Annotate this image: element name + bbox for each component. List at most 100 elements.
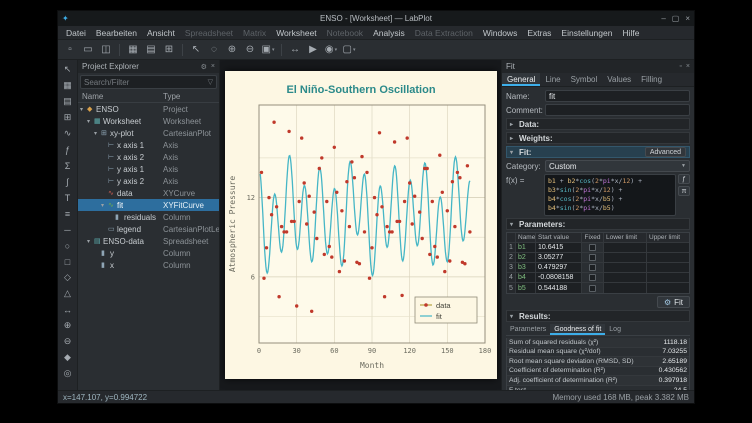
cursor-icon[interactable]: ↖ bbox=[60, 62, 76, 77]
tab-line[interactable]: Line bbox=[540, 73, 565, 86]
param-upper-limit-cell[interactable] bbox=[647, 253, 689, 262]
tab-general[interactable]: General bbox=[502, 73, 540, 86]
integral-icon[interactable]: ∫ bbox=[60, 174, 76, 189]
expander-icon[interactable]: ▾ bbox=[101, 202, 108, 209]
fixed-checkbox[interactable] bbox=[589, 264, 596, 271]
matrix-icon[interactable]: ⊞ bbox=[60, 110, 76, 125]
worksheet-sheet[interactable]: El Niño-Southern OscillationMonthAtmosph… bbox=[225, 71, 497, 379]
param-name-cell[interactable]: b2 bbox=[516, 253, 536, 262]
menu-worksheet[interactable]: Worksheet bbox=[271, 28, 321, 38]
param-upper-limit-cell[interactable] bbox=[647, 263, 689, 272]
tree-row-residuals[interactable]: ▮residualsColumn bbox=[78, 211, 219, 223]
section-weights[interactable]: ▸ Weights: bbox=[506, 132, 690, 144]
triangle-icon[interactable]: △ bbox=[60, 286, 76, 301]
fit-dock-header[interactable]: Fit ▫ × bbox=[502, 60, 694, 73]
diamond-icon[interactable]: ◇ bbox=[60, 270, 76, 285]
zoom-in-icon[interactable]: ⊕ bbox=[224, 42, 240, 58]
tree-row-data[interactable]: ∿dataXYCurve bbox=[78, 187, 219, 199]
run-fit-button[interactable]: ⚙ Fit bbox=[657, 296, 690, 308]
tab-values[interactable]: Values bbox=[602, 73, 636, 86]
navigate-icon[interactable]: ↔ bbox=[287, 42, 303, 58]
tree-row-worksheet[interactable]: ▾▦WorksheetWorksheet bbox=[78, 115, 219, 127]
tree-row-xy-plot[interactable]: ▾⊞xy-plotCartesianPlot bbox=[78, 127, 219, 139]
close-dock-icon[interactable]: × bbox=[686, 63, 690, 70]
param-name-cell[interactable]: b4 bbox=[516, 273, 536, 282]
spreadsheet-icon[interactable]: ▤ bbox=[60, 94, 76, 109]
menu-data-extraction[interactable]: Data Extraction bbox=[410, 28, 478, 38]
param-start-value-cell[interactable]: 0.479297 bbox=[536, 263, 582, 272]
project-explorer-header[interactable]: Project Explorer ⚙ × bbox=[78, 60, 219, 73]
tree-row-y-axis-2[interactable]: ⊢y axis 2Axis bbox=[78, 175, 219, 187]
menu-spreadsheet[interactable]: Spreadsheet bbox=[180, 28, 238, 38]
rect-icon[interactable]: □ bbox=[60, 254, 76, 269]
tree-column-name[interactable]: Name bbox=[78, 92, 163, 101]
menu-analysis[interactable]: Analysis bbox=[368, 28, 410, 38]
expander-icon[interactable]: ▾ bbox=[87, 118, 94, 125]
menu-notebook[interactable]: Notebook bbox=[322, 28, 368, 38]
worksheet-view[interactable]: El Niño-Southern OscillationMonthAtmosph… bbox=[220, 60, 501, 390]
text-icon[interactable]: T bbox=[60, 190, 76, 205]
tree-row-x-axis-1[interactable]: ⊢x axis 1Axis bbox=[78, 139, 219, 151]
param-upper-limit-cell[interactable] bbox=[647, 243, 689, 252]
xy-plot[interactable]: El Niño-Southern OscillationMonthAtmosph… bbox=[225, 71, 497, 379]
magnifier-icon[interactable]: ◉▾ bbox=[323, 42, 339, 58]
menu-matrix[interactable]: Matrix bbox=[238, 28, 271, 38]
worksheet-icon[interactable]: ▦ bbox=[60, 78, 76, 93]
param-start-value-cell[interactable]: 0.544188 bbox=[536, 283, 582, 293]
fixed-checkbox[interactable] bbox=[589, 285, 596, 292]
functions-icon[interactable]: ƒ bbox=[678, 174, 690, 184]
param-start-value-cell[interactable]: -0.0808158 bbox=[536, 273, 582, 282]
tab-symbol[interactable]: Symbol bbox=[566, 73, 603, 86]
param-start-value-cell[interactable]: 10.6415 bbox=[536, 243, 582, 252]
param-upper-limit-cell[interactable] bbox=[647, 283, 689, 293]
presenter-mode-icon[interactable]: ▢▾ bbox=[341, 42, 357, 58]
curve-icon[interactable]: ∿ bbox=[60, 126, 76, 141]
menu-bearbeiten[interactable]: Bearbeiten bbox=[91, 28, 142, 38]
tree-row-y-axis-1[interactable]: ⊢y axis 1Axis bbox=[78, 163, 219, 175]
fixed-checkbox[interactable] bbox=[589, 274, 596, 281]
maximize-button[interactable]: ▢ bbox=[672, 14, 680, 23]
param-lower-limit-cell[interactable] bbox=[604, 243, 647, 252]
menu-hilfe[interactable]: Hilfe bbox=[617, 28, 644, 38]
gear-icon[interactable]: ⚙ bbox=[201, 63, 207, 71]
float-dock-icon[interactable]: ▫ bbox=[679, 63, 681, 70]
save-project-icon[interactable]: ◫ bbox=[98, 42, 114, 58]
zoom-select-icon[interactable]: ◌ bbox=[206, 42, 222, 58]
param-name-cell[interactable]: b1 bbox=[516, 243, 536, 252]
close-dock-icon[interactable]: × bbox=[211, 63, 215, 71]
menu-extras[interactable]: Extras bbox=[522, 28, 556, 38]
tree-row-x-axis-2[interactable]: ⊢x axis 2Axis bbox=[78, 151, 219, 163]
tab-filling[interactable]: Filling bbox=[636, 73, 667, 86]
constants-icon[interactable]: π bbox=[678, 186, 690, 196]
tree-row-y[interactable]: ▮yColumn bbox=[78, 247, 219, 259]
zoom-out-icon[interactable]: ⊖ bbox=[242, 42, 258, 58]
expander-icon[interactable]: ▾ bbox=[80, 106, 87, 113]
results-tab-log[interactable]: Log bbox=[605, 324, 625, 335]
expander-icon[interactable]: ▾ bbox=[94, 130, 101, 137]
tree-header[interactable]: Name Type bbox=[78, 91, 219, 103]
param-name-cell[interactable]: b3 bbox=[516, 263, 536, 272]
param-name-cell[interactable]: b5 bbox=[516, 283, 536, 293]
fit-page-icon[interactable]: ▣▾ bbox=[260, 42, 276, 58]
menu-einstellungen[interactable]: Einstellungen bbox=[556, 28, 617, 38]
filter-icon[interactable]: ▽ bbox=[208, 78, 213, 86]
param-lower-limit-cell[interactable] bbox=[604, 283, 647, 293]
search-input[interactable] bbox=[84, 78, 208, 87]
tree-row-fit[interactable]: ▾∿fitXYFitCurve bbox=[78, 199, 219, 211]
title-bar[interactable]: ✦ ENSO - [Worksheet] — LabPlot – ▢ × bbox=[58, 11, 694, 26]
name-input[interactable] bbox=[545, 90, 690, 102]
new-spreadsheet-icon[interactable]: ▤ bbox=[143, 42, 159, 58]
tree-row-enso[interactable]: ▾◆ENSOProject bbox=[78, 103, 219, 115]
param-lower-limit-cell[interactable] bbox=[604, 253, 647, 262]
menu-ansicht[interactable]: Ansicht bbox=[142, 28, 180, 38]
section-parameters[interactable]: ▾ Parameters: bbox=[506, 218, 690, 230]
tree-row-enso-data[interactable]: ▾▤ENSO-dataSpreadsheet bbox=[78, 235, 219, 247]
fixed-checkbox[interactable] bbox=[589, 254, 596, 261]
param-lower-limit-cell[interactable] bbox=[604, 263, 647, 272]
expander-icon[interactable]: ▾ bbox=[87, 238, 94, 245]
list-icon[interactable]: ≡ bbox=[60, 206, 76, 221]
results-tab-parameters[interactable]: Parameters bbox=[506, 324, 550, 335]
open-project-icon[interactable]: ▭ bbox=[80, 42, 96, 58]
tree-row-x[interactable]: ▮xColumn bbox=[78, 259, 219, 271]
param-start-value-cell[interactable]: 3.05277 bbox=[536, 253, 582, 262]
